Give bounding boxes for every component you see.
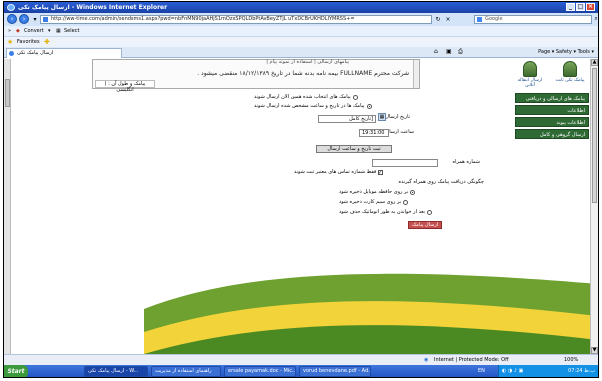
time-label: ساعت ارسال : — [382, 129, 414, 135]
page-icon — [43, 17, 48, 22]
zoom-level[interactable]: 100% — [564, 355, 578, 365]
calendar-icon[interactable]: ▦ — [378, 113, 386, 121]
valid-numbers-label: فقط شماره تماس های معتبر ثبت شوند — [294, 169, 377, 175]
convert-button[interactable]: Convert — [24, 26, 44, 36]
date-field[interactable]: [تاریخ کامل — [318, 115, 376, 123]
ie-logo-icon — [7, 4, 15, 11]
command-bar[interactable]: Page ▾ Safety ▾ Tools ▾ — [538, 48, 594, 57]
send-schedule-label: پیامک ها در تاریخ و ساعت مشخص شده ارسال … — [254, 103, 365, 109]
auto-delete-label: بعد از خواندن به طور اتوماتیک حذف شود — [339, 209, 425, 215]
select-icon: ▦ — [56, 28, 61, 34]
page-content: | پیامهای ارسالی | استفاده از نمونه پیام… — [4, 59, 598, 354]
print-icon[interactable]: ⎙ — [458, 48, 463, 56]
language-indicator[interactable]: EN — [478, 365, 485, 377]
status-bar: ◉ Internet | Protected Mode: Off 100% — [4, 354, 598, 365]
scroll-up-icon[interactable]: ▲ — [591, 59, 598, 66]
select-button[interactable]: Select — [64, 26, 79, 36]
memory-label: بر روی حافظه موبایل ذخیره شود — [339, 189, 409, 195]
home-icon[interactable]: ⌂ — [434, 48, 438, 55]
pdf-toolbar: » ◆ Convert ▾ ▦ Select — [4, 26, 598, 36]
globe-icon: ◉ — [424, 357, 429, 363]
taskbar-item-guide[interactable]: راهنمای استفاده از مدیریت — [151, 366, 221, 377]
stop-icon[interactable]: × — [444, 16, 452, 24]
dropdown-icon[interactable]: ▾ — [31, 16, 39, 24]
taskbar-item-pdf[interactable]: vorud benevdane.pdf - Ad... — [299, 366, 371, 377]
date-label: تاریخ ارسال : — [382, 114, 410, 120]
forward-icon[interactable]: › — [19, 14, 29, 24]
time-field[interactable]: 19:31:00 — [359, 129, 389, 137]
taskbar: Start ارسال پیامک تکی - W... راهنمای است… — [4, 365, 598, 377]
tab-title: ارسال پیامک تکی — [17, 50, 54, 56]
security-zone: Internet | Protected Mode: Off — [434, 357, 509, 363]
page-scroll-thumb[interactable] — [592, 68, 597, 203]
start-button[interactable]: Start — [4, 365, 28, 377]
search-go-icon[interactable]: ⌕ — [592, 15, 598, 23]
tab-page-icon — [9, 51, 14, 56]
favorites-star-icon[interactable]: ★ — [7, 39, 13, 46]
sim-label: بر روی سیم کارت ذخیره شود — [339, 199, 402, 205]
browser-window: ارسال پیامک تکی - Windows Internet Explo… — [3, 1, 599, 378]
mobile-input[interactable] — [372, 159, 438, 167]
close-button[interactable]: × — [586, 3, 595, 11]
auto-delete-radio[interactable] — [427, 210, 432, 215]
send-schedule-option[interactable]: پیامک ها در تاریخ و ساعت مشخص شده ارسال … — [254, 103, 372, 110]
search-placeholder: Google — [485, 16, 503, 22]
tray-icons[interactable]: ◐ ◑ ♪ ▣ — [502, 368, 523, 374]
address-input[interactable]: http://ww-time.com/admin/sendsms1.aspx?p… — [40, 15, 432, 24]
sim-option[interactable]: بر روی سیم کارت ذخیره شود — [339, 199, 409, 206]
auto-delete-option[interactable]: بعد از خواندن به طور اتوماتیک حذف شود — [339, 209, 432, 216]
send-now-option[interactable]: پیامک های انتخاب شده همین الان ارسال شون… — [254, 94, 358, 101]
add-favorite-icon[interactable]: ✚ — [44, 37, 50, 47]
taskbar-item-ie[interactable]: ارسال پیامک تکی - W... — [84, 366, 148, 377]
decorative-swoosh — [144, 254, 598, 354]
send-schedule-radio[interactable] — [366, 104, 372, 109]
window-controls: _ □ × — [566, 3, 595, 11]
sim-radio[interactable] — [403, 200, 409, 205]
system-tray: ◐ ◑ ♪ ▣ 07:24 ب.ظ — [498, 365, 598, 377]
window-title: ارسال پیامک تکی - Windows Internet Explo… — [18, 4, 168, 11]
convert-dropdown-icon[interactable]: ▾ — [48, 26, 51, 36]
toolbar-grip-icon: » — [8, 28, 12, 34]
send-now-label: پیامک های انتخاب شده همین الان ارسال شون… — [254, 94, 351, 100]
send-now-radio[interactable] — [352, 95, 358, 100]
title-bar: ارسال پیامک تکی - Windows Internet Explo… — [4, 2, 598, 13]
mobile-label: شماره همراه — [452, 159, 480, 165]
memory-radio[interactable] — [410, 190, 416, 195]
receive-mode-label: چگونگی دریافت پیامک روی همراه گیرنده — [398, 179, 484, 185]
tab-row: ارسال پیامک تکی ⌂ ▣ ⎙ Page ▾ Safety ▾ To… — [4, 47, 598, 58]
send-sms-button[interactable]: ارسال پیامک — [408, 221, 442, 229]
clock: 07:24 ب.ظ — [568, 368, 595, 374]
back-icon[interactable]: ‹ — [7, 14, 17, 24]
scroll-down-icon[interactable]: ▼ — [591, 347, 598, 354]
browser-tab[interactable]: ارسال پیامک تکی — [6, 48, 122, 58]
set-time-button[interactable]: ثبت تاریخ و ساعت ارسال — [316, 145, 392, 153]
taskbar-item-word[interactable]: ersale payamak.doc - Mic... — [224, 366, 296, 377]
minimize-button[interactable]: _ — [566, 3, 575, 11]
page-scrollbar[interactable]: ▲ ▼ — [590, 59, 598, 354]
feeds-icon[interactable]: ▣ — [446, 48, 452, 55]
valid-numbers-option[interactable]: ✓ فقط شماره تماس های معتبر ثبت شوند — [294, 169, 384, 176]
memory-option[interactable]: بر روی حافظه موبایل ذخیره شود — [339, 189, 416, 196]
valid-numbers-checkbox[interactable]: ✓ — [378, 170, 384, 176]
convert-icon: ◆ — [16, 28, 20, 34]
favorites-bar: ★ Favorites ✚ — [4, 36, 598, 47]
address-row: ‹ › ▾ http://ww-time.com/admin/sendsms1.… — [4, 13, 598, 26]
search-input[interactable]: Google — [474, 15, 592, 24]
favorites-button[interactable]: Favorites — [17, 37, 40, 47]
google-icon — [477, 17, 482, 22]
refresh-icon[interactable]: ↻ — [434, 16, 442, 24]
maximize-button[interactable]: □ — [576, 3, 585, 11]
url-text: http://ww-time.com/admin/sendsms1.aspx?p… — [51, 16, 355, 22]
